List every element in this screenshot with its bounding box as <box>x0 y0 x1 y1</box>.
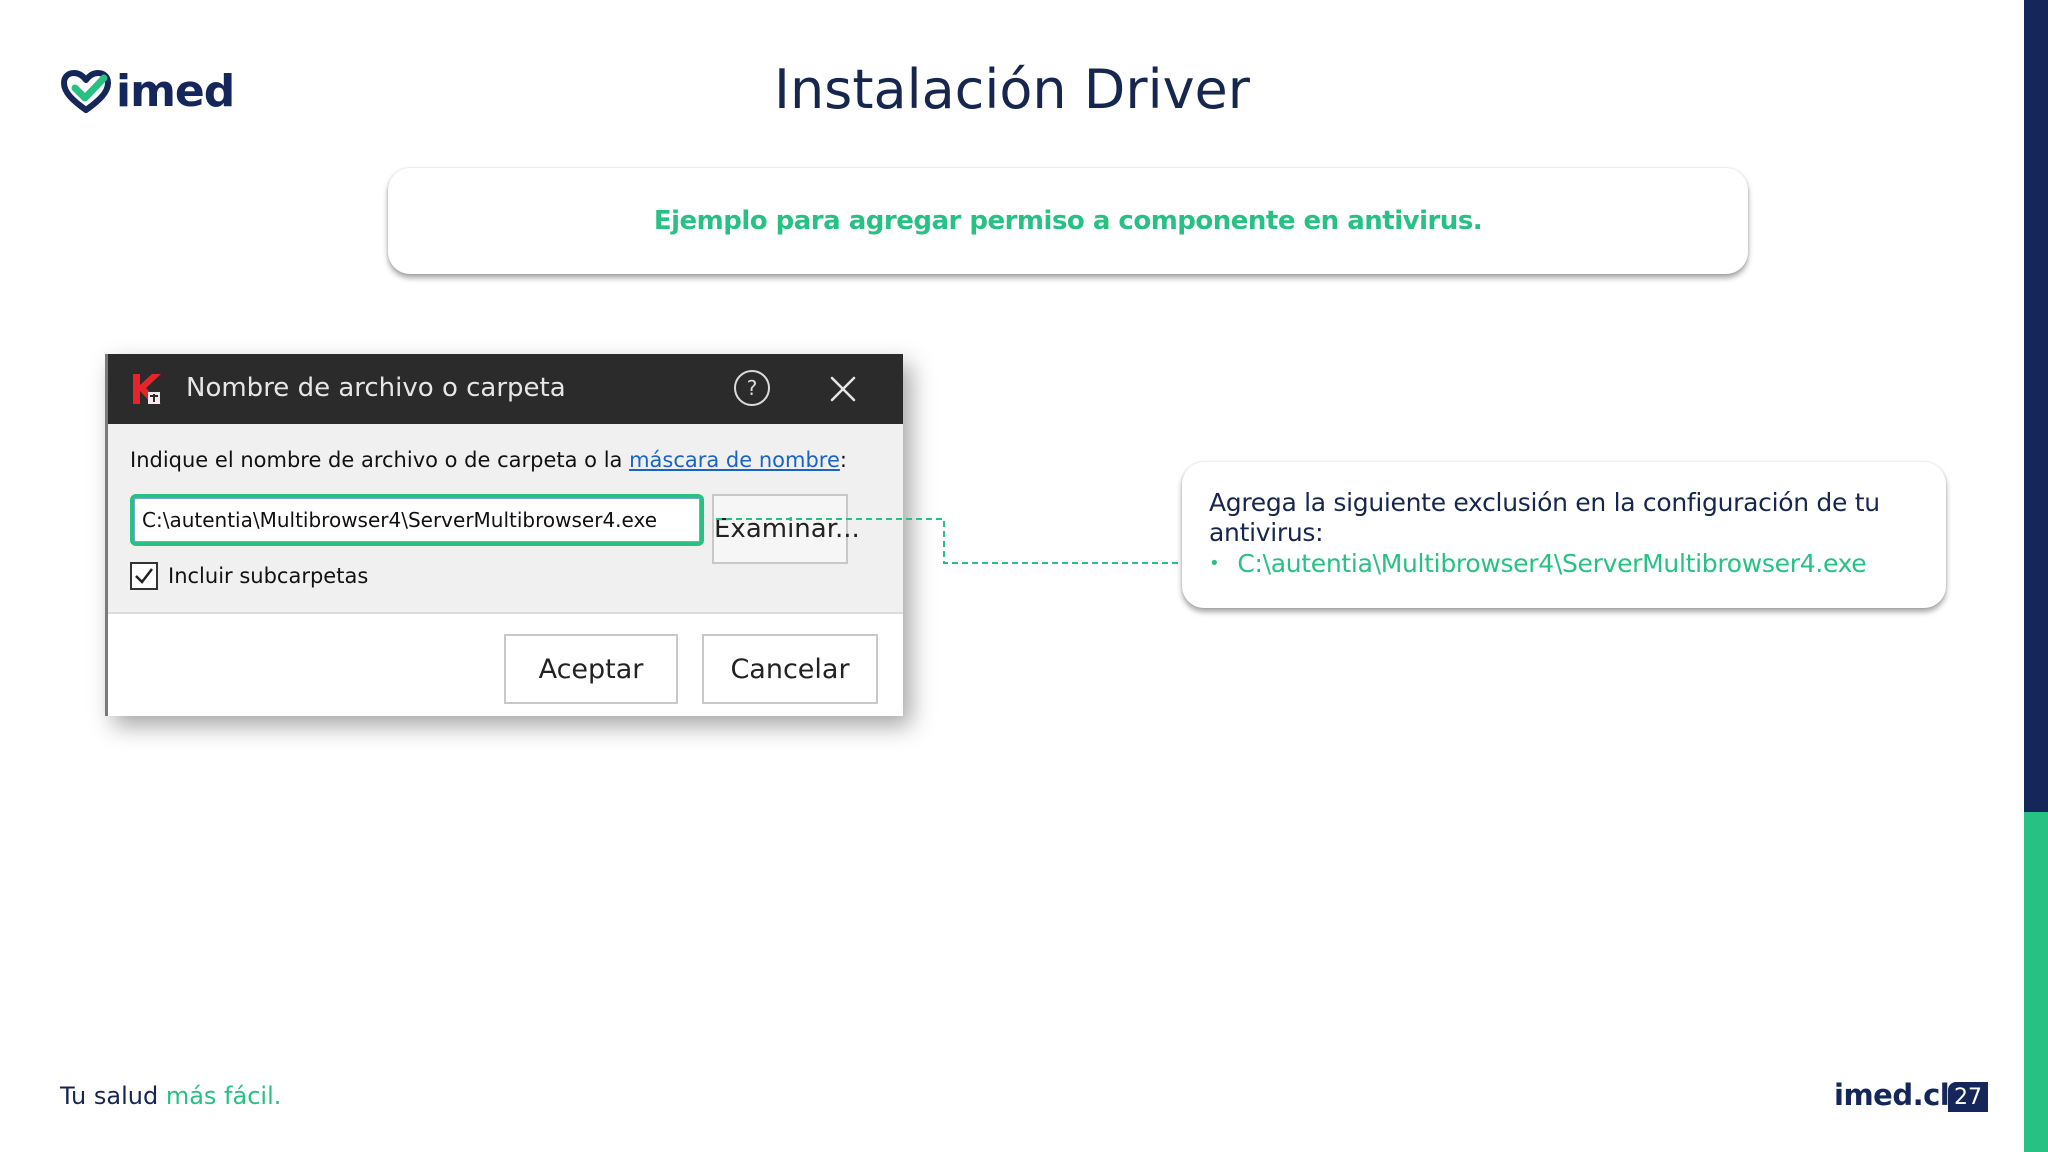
exclusion-path-bullet: • C:\autentia\Multibrowser4\ServerMultib… <box>1209 548 1920 580</box>
exclusion-info-card: Agrega la siguiente exclusión en la conf… <box>1182 462 1946 608</box>
prompt-suffix: : <box>839 448 847 472</box>
include-subfolders-checkbox[interactable]: Incluir subcarpetas <box>130 562 368 590</box>
kaspersky-k-icon <box>130 372 164 406</box>
page-title: Instalación Driver <box>774 58 1250 121</box>
help-icon[interactable]: ? <box>734 370 770 406</box>
banner-text: Ejemplo para agregar permiso a component… <box>653 206 1483 236</box>
name-mask-link[interactable]: máscara de nombre <box>629 448 840 472</box>
footer-logo: imed.cl <box>1834 1078 1950 1112</box>
right-edge-bar-navy <box>2024 0 2048 812</box>
tagline-prefix: Tu salud <box>60 1082 159 1110</box>
prompt-text: Indique el nombre de archivo o de carpet… <box>130 448 630 472</box>
cancel-button[interactable]: Cancelar <box>702 634 878 704</box>
checkmark-icon <box>135 568 153 584</box>
browse-button[interactable]: Examinar... <box>712 494 860 564</box>
bullet-dot: • <box>1209 553 1220 574</box>
file-or-folder-dialog: Nombre de archivo o carpeta ? Indique el… <box>105 354 903 716</box>
checkbox-box[interactable] <box>130 562 158 590</box>
exclusion-path: C:\autentia\Multibrowser4\ServerMultibro… <box>1237 549 1867 578</box>
tagline: Tu salud más fácil. <box>60 1082 281 1110</box>
dialog-title: Nombre de archivo o carpeta <box>186 373 566 403</box>
accept-button[interactable]: Aceptar <box>504 634 678 704</box>
dialog-body: Indique el nombre de archivo o de carpet… <box>108 424 903 716</box>
right-edge-bar-green <box>2024 812 2048 1152</box>
dialog-titlebar[interactable]: Nombre de archivo o carpeta ? <box>108 354 903 424</box>
tagline-accent: más fácil. <box>165 1082 282 1110</box>
path-input[interactable] <box>130 494 704 546</box>
include-subfolders-label: Incluir subcarpetas <box>168 564 369 588</box>
info-text: Agrega la siguiente exclusión en la conf… <box>1209 488 1880 547</box>
example-banner: Ejemplo para agregar permiso a component… <box>388 168 1748 274</box>
close-icon[interactable] <box>826 372 860 406</box>
prompt-line: Indique el nombre de archivo o de carpet… <box>130 448 847 472</box>
page-number: 27 <box>1948 1082 1988 1112</box>
